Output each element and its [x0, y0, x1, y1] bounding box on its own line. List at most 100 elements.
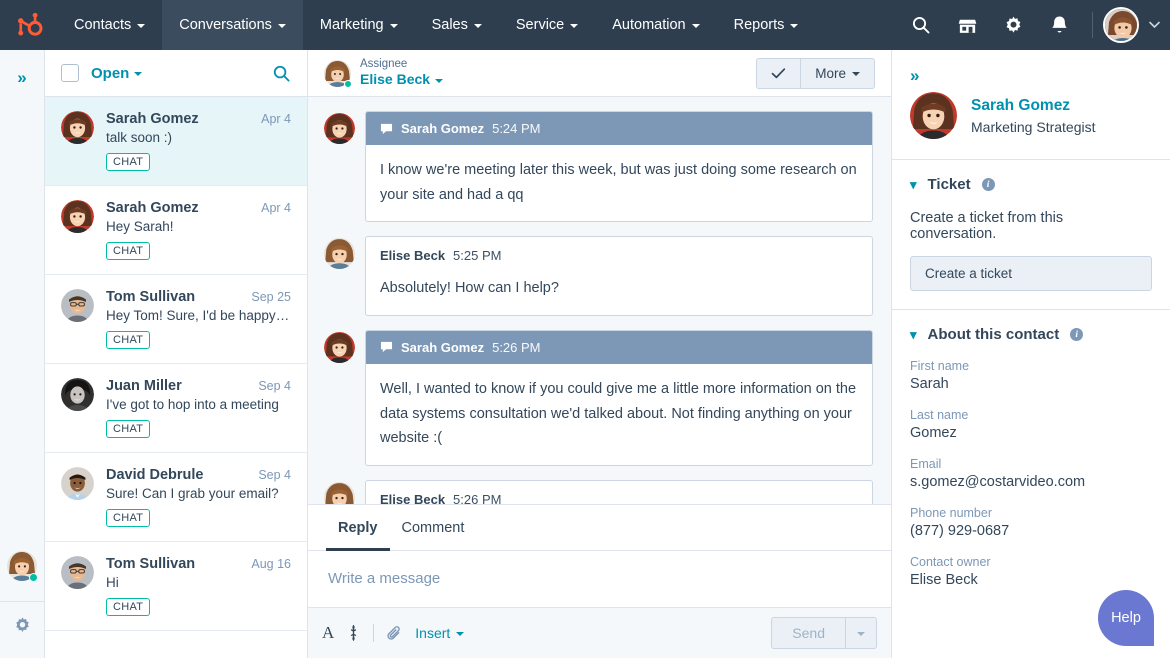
- message-time: 5:25 PM: [453, 248, 501, 263]
- conversation-list-item[interactable]: Tom Sullivan Sep 25 Hey Tom! Sure, I'd b…: [45, 275, 307, 364]
- message-header: Elise Beck 5:25 PM: [366, 237, 872, 263]
- assignee-dropdown[interactable]: Elise Beck: [360, 71, 443, 89]
- property-value[interactable]: (877) 929-0687: [910, 523, 1152, 539]
- message-bubble: Elise Beck 5:25 PM Absolutely! How can I…: [365, 236, 873, 316]
- conversation-list-item[interactable]: Tom Sullivan Aug 16 Hi CHAT: [45, 542, 307, 631]
- contact-name-link[interactable]: Sarah Gomez: [971, 97, 1096, 115]
- conversation-item-content: Tom Sullivan Sep 25 Hey Tom! Sure, I'd b…: [106, 289, 291, 349]
- font-format-icon[interactable]: A: [322, 623, 334, 643]
- marketplace-icon[interactable]: [944, 0, 990, 50]
- avatar: [61, 378, 94, 411]
- user-avatar[interactable]: [1103, 7, 1139, 43]
- online-status-dot: [29, 573, 38, 582]
- message-input[interactable]: Write a message: [308, 551, 891, 607]
- nav-item-service[interactable]: Service: [499, 0, 595, 50]
- message-text: I know we're meeting later this week, bu…: [366, 145, 872, 221]
- nav-item-sales[interactable]: Sales: [415, 0, 499, 50]
- channel-tag: CHAT: [106, 242, 150, 260]
- conversation-list-item[interactable]: Sarah Gomez Apr 4 Hey Sarah! CHAT: [45, 186, 307, 275]
- nav-item-contacts[interactable]: Contacts: [57, 0, 162, 50]
- send-options-button[interactable]: [845, 617, 877, 649]
- chevron-down-icon: [278, 24, 286, 28]
- message-preview: Sure! Can I grab your email?: [106, 486, 291, 501]
- thread-header-actions: More: [756, 58, 875, 89]
- conversation-date: Sep 25: [245, 290, 291, 304]
- nav-label: Reports: [734, 17, 785, 33]
- close-conversation-button[interactable]: [756, 58, 800, 89]
- property-value[interactable]: Sarah: [910, 376, 1152, 392]
- message-preview: Hey Tom! Sure, I'd be happy to he…: [106, 308, 291, 323]
- contact-property: Contact owner Elise Beck: [910, 555, 1152, 588]
- conversation-date: Sep 4: [252, 468, 291, 482]
- tab-reply[interactable]: Reply: [326, 506, 390, 551]
- nav-item-automation[interactable]: Automation: [595, 0, 716, 50]
- chevron-down-icon: [857, 632, 865, 636]
- insert-dropdown[interactable]: Insert: [415, 625, 464, 641]
- contact-name: Sarah Gomez: [106, 200, 199, 216]
- help-button[interactable]: Help: [1098, 590, 1154, 646]
- nav-label: Sales: [432, 17, 468, 33]
- nav-item-reports[interactable]: Reports: [717, 0, 816, 50]
- message-text: Well, I wanted to know if you could give…: [366, 364, 872, 465]
- about-section-header[interactable]: ▾ About this contact i: [910, 326, 1152, 343]
- message-preview: Hi: [106, 575, 291, 590]
- link-icon[interactable]: [346, 625, 361, 641]
- property-value[interactable]: s.gomez@costarvideo.com: [910, 474, 1152, 490]
- conversation-item-top: Sarah Gomez Apr 4: [106, 200, 291, 216]
- ticket-section: ▾ Ticket i Create a ticket from this con…: [892, 159, 1170, 291]
- more-actions-button[interactable]: More: [800, 58, 875, 89]
- reply-editor: Reply Comment Write a message A: [308, 504, 891, 658]
- property-label: Phone number: [910, 506, 1152, 520]
- hubspot-conversations-app: Contacts Conversations Marketing Sales S…: [0, 0, 1170, 658]
- ticket-section-header[interactable]: ▾ Ticket i: [910, 176, 1152, 193]
- info-icon[interactable]: i: [1070, 328, 1083, 341]
- status-filter-dropdown[interactable]: Open: [91, 65, 142, 82]
- conversation-list-item[interactable]: Sarah Gomez Apr 4 talk soon :) CHAT: [45, 97, 307, 186]
- send-button[interactable]: Send: [771, 617, 845, 649]
- user-menu-chevron-icon[interactable]: [1149, 16, 1160, 34]
- chevron-down-icon: [852, 72, 860, 76]
- avatar: [61, 111, 94, 144]
- hubspot-sprocket-icon: [14, 10, 44, 40]
- conversation-list-item[interactable]: Juan Miller Sep 4 I've got to hop into a…: [45, 364, 307, 453]
- select-all-checkbox[interactable]: [61, 64, 79, 82]
- conversation-items: Sarah Gomez Apr 4 talk soon :) CHAT: [45, 97, 307, 658]
- avatar: [910, 92, 957, 139]
- rail-settings-gear-icon[interactable]: [13, 602, 32, 658]
- collapse-panel-icon[interactable]: »: [892, 50, 1170, 86]
- contact-property: Phone number (877) 929-0687: [910, 506, 1152, 539]
- message-sender: Elise Beck: [380, 492, 445, 504]
- message-time: 5:26 PM: [492, 340, 540, 355]
- info-icon[interactable]: i: [982, 178, 995, 191]
- expand-sidebar-icon[interactable]: »: [17, 68, 26, 88]
- hubspot-logo[interactable]: [0, 0, 57, 50]
- nav-item-conversations[interactable]: Conversations: [162, 0, 303, 50]
- conversation-item-content: Sarah Gomez Apr 4 Hey Sarah! CHAT: [106, 200, 291, 260]
- property-value[interactable]: Gomez: [910, 425, 1152, 441]
- notifications-bell-icon[interactable]: [1036, 0, 1082, 50]
- search-icon[interactable]: [898, 0, 944, 50]
- message-list[interactable]: Sarah Gomez 5:24 PM I know we're meeting…: [308, 97, 891, 504]
- top-navigation-bar: Contacts Conversations Marketing Sales S…: [0, 0, 1170, 50]
- nav-divider: [1092, 12, 1093, 38]
- paperclip-icon[interactable]: [386, 625, 403, 642]
- nav-item-marketing[interactable]: Marketing: [303, 0, 415, 50]
- message-header: Sarah Gomez 5:26 PM: [366, 331, 872, 364]
- property-value[interactable]: Elise Beck: [910, 572, 1152, 588]
- message-header: Sarah Gomez 5:24 PM: [366, 112, 872, 145]
- conversation-search-icon[interactable]: [272, 64, 291, 83]
- tab-comment[interactable]: Comment: [390, 506, 477, 551]
- create-ticket-button[interactable]: Create a ticket: [910, 256, 1152, 291]
- assignee-avatar[interactable]: [324, 60, 351, 87]
- settings-gear-icon[interactable]: [990, 0, 1036, 50]
- conversation-date: Apr 4: [255, 201, 291, 215]
- contact-job-title: Marketing Strategist: [971, 119, 1096, 135]
- conversation-list-item[interactable]: David Debrule Sep 4 Sure! Can I grab you…: [45, 453, 307, 542]
- nav-label: Service: [516, 17, 564, 33]
- conversation-date: Aug 16: [245, 557, 291, 571]
- channel-tag: CHAT: [106, 331, 150, 349]
- avatar: [324, 482, 355, 504]
- conversation-item-top: Juan Miller Sep 4: [106, 378, 291, 394]
- rail-user-avatar[interactable]: [7, 551, 37, 581]
- property-label: Contact owner: [910, 555, 1152, 569]
